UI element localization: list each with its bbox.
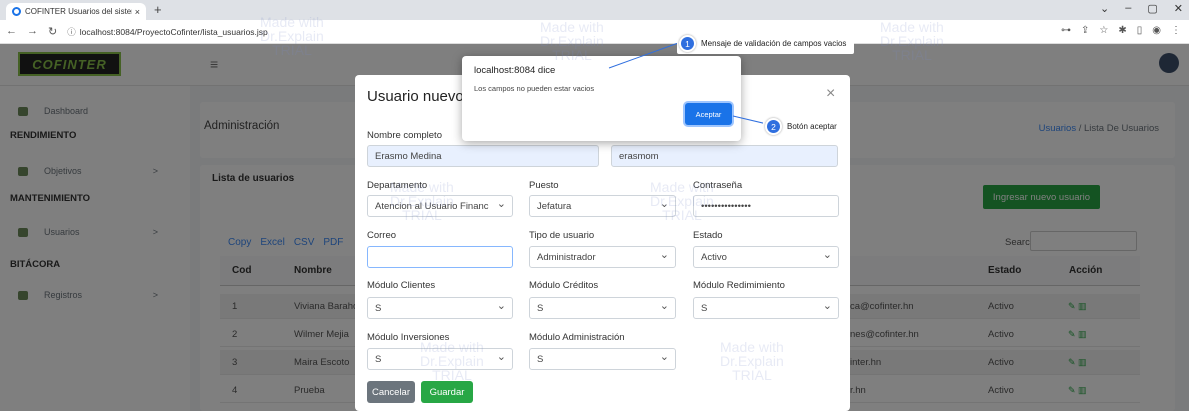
callout-1: 1 Mensaje de validación de campos vacios (677, 33, 855, 54)
callout-number: 2 (765, 118, 782, 135)
callout-text: Botón aceptar (787, 122, 837, 131)
callout-2: 2 Botón aceptar (763, 116, 845, 137)
callout-text: Mensaje de validación de campos vacios (701, 39, 847, 48)
callout-number: 1 (679, 35, 696, 52)
callout-lines (608, 41, 768, 125)
